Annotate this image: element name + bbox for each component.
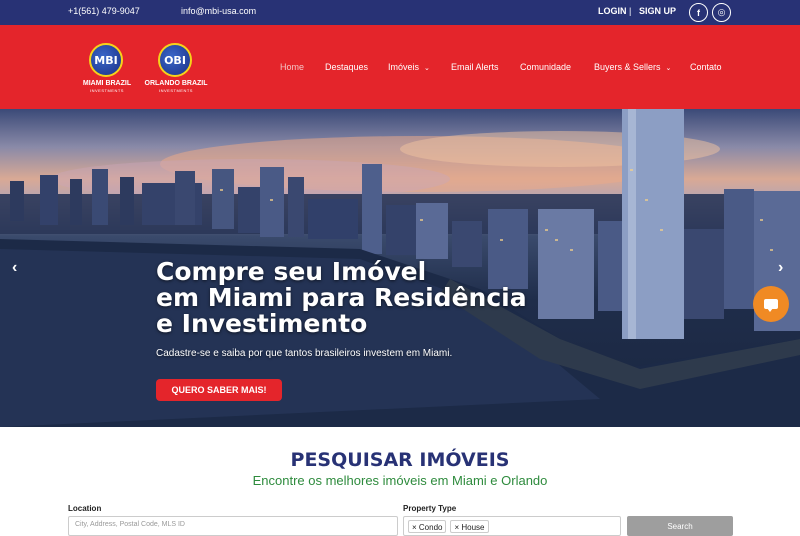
quero-saber-mais-button[interactable]: QUERO SABER MAIS! [156,379,282,401]
facebook-icon[interactable]: f [689,3,708,22]
hero-slider: Compre seu Imóvel em Miami para Residênc… [0,109,800,427]
obi-badge: OBI [158,43,192,77]
hero-title-line2: em Miami para Residência [156,283,527,312]
chat-button[interactable] [753,286,789,322]
chevron-down-icon: ⌄ [665,65,672,72]
chevron-down-icon: ⌄ [424,65,430,72]
hero-title-line3: e Investimento [156,309,368,338]
hero-subtitle: Cadastre-se e saiba por que tantos brasi… [156,348,453,359]
chat-bubble-icon [764,299,778,312]
signup-link[interactable]: SIGN UP [639,6,676,16]
email-link[interactable]: info@mbi-usa.com [181,6,256,16]
login-separator: | [629,6,632,16]
chevron-left-icon[interactable]: ‹ [12,259,17,277]
nav-buyers-sellers-label: Buyers & Sellers [594,62,661,72]
search-subtitle: Encontre os melhores imóveis em Miami e … [252,473,548,488]
location-input[interactable]: City, Address, Postal Code, MLS ID [68,516,398,536]
nav-comunidade[interactable]: Comunidade [520,62,571,72]
orlando-brazil-logo[interactable]: OBI ORLANDO BRAZIL INVESTMENTS [141,41,211,101]
search-title: PESQUISAR IMÓVEIS [290,449,510,471]
nav-buyers-sellers[interactable]: Buyers & Sellers ⌄ [594,62,671,72]
miami-logo-sub: INVESTMENTS [90,88,124,93]
nav-contato[interactable]: Contato [690,62,722,72]
nav-imoveis[interactable]: Imóveis ⌄ [388,62,430,72]
search-button[interactable]: Search [627,516,733,536]
hero-title-line1: Compre seu Imóvel [156,257,427,286]
location-label: Location [68,504,102,513]
nav-email-alerts[interactable]: Email Alerts [451,62,499,72]
main-navbar: MBI MIAMI BRAZIL INVESTMENTS OBI ORLANDO… [0,25,800,109]
top-bar: +1(561) 479-9047 info@mbi-usa.com LOGIN … [0,0,800,25]
miami-logo-name: MIAMI BRAZIL [82,80,132,87]
chevron-right-icon[interactable]: › [778,259,783,277]
login-link[interactable]: LOGIN [598,6,627,16]
property-type-label: Property Type [403,504,457,513]
hero-title: Compre seu Imóvel em Miami para Residênc… [156,259,527,337]
tag-condo[interactable]: × Condo [408,520,447,533]
nav-destaques[interactable]: Destaques [325,62,368,72]
phone-link[interactable]: +1(561) 479-9047 [68,6,140,16]
mbi-badge: MBI [89,43,123,77]
nav-imoveis-label: Imóveis [388,62,420,72]
instagram-icon[interactable]: ◎ [712,3,731,22]
nav-home[interactable]: Home [280,62,304,72]
miami-brazil-logo[interactable]: MBI MIAMI BRAZIL INVESTMENTS [72,41,142,101]
orlando-logo-name: ORLANDO BRAZIL [144,80,208,87]
tag-house[interactable]: × House [450,520,489,533]
orlando-logo-sub: INVESTMENTS [159,88,193,93]
property-type-select[interactable]: × Condo × House [403,516,621,536]
